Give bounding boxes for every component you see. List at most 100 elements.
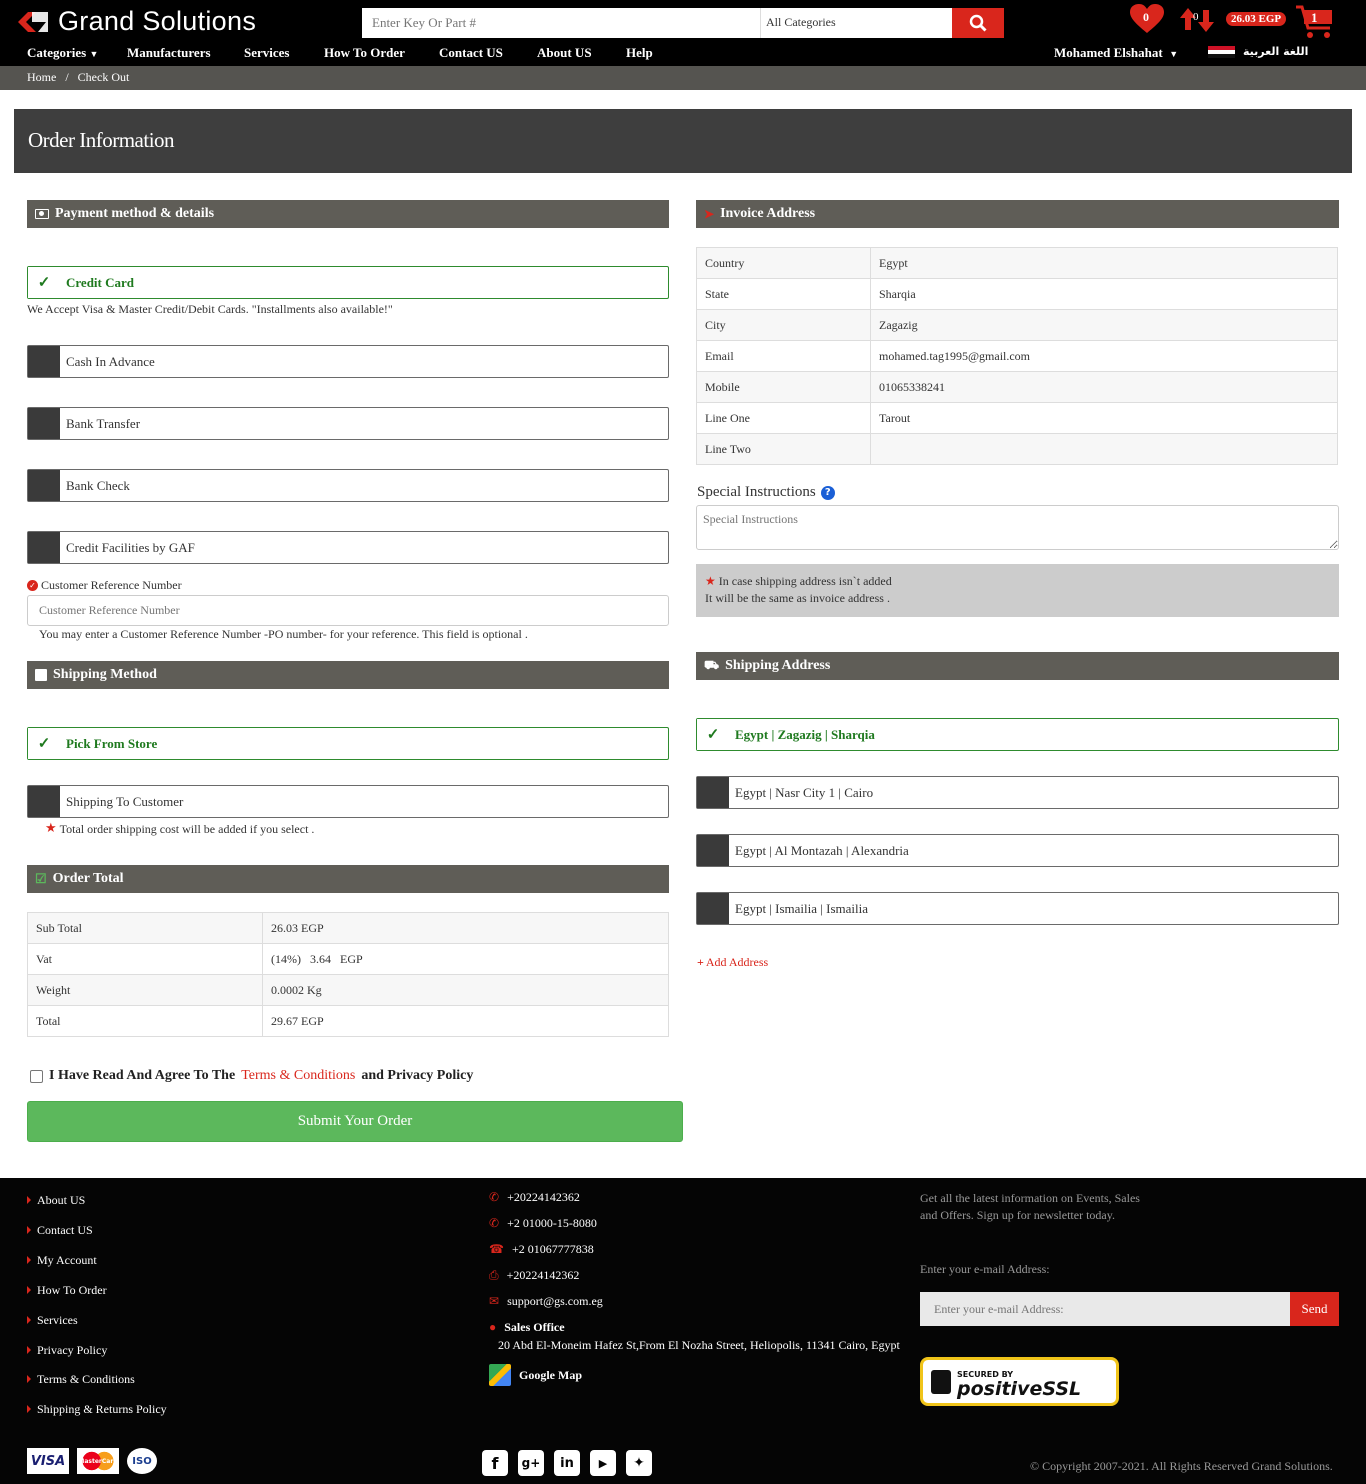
ref-number-label: ✓ Customer Reference Number: [27, 578, 182, 593]
agree-checkbox[interactable]: [30, 1069, 43, 1083]
table-cell: Line Two: [696, 433, 871, 465]
shipping-info-box: ★ In case shipping address isn`t added It…: [696, 564, 1339, 617]
footer-link-privacy[interactable]: Privacy Policy: [27, 1343, 107, 1358]
shipping-address-option[interactable]: Egypt | Ismailia | Ismailia: [696, 892, 1339, 925]
footer-link-services[interactable]: Services: [27, 1313, 78, 1328]
payment-cards: VISA MasterCard ISO: [27, 1448, 157, 1474]
newsletter-text: Get all the latest information on Events…: [920, 1191, 1140, 1222]
footer-whatsapp[interactable]: ☎ +2 01067777838: [489, 1242, 594, 1257]
table-cell: State: [696, 278, 871, 310]
cart-total-badge: 26.03 EGP: [1226, 12, 1287, 26]
truck-icon: ⛟: [704, 658, 720, 672]
shipping-address-option[interactable]: ✓ Egypt | Zagazig | Sharqia: [696, 718, 1339, 751]
radio-box: [697, 835, 729, 866]
add-address-link[interactable]: + Add Address: [697, 955, 768, 970]
shipping-address-option[interactable]: Egypt | Nasr City 1 | Cairo: [696, 776, 1339, 809]
table-cell: 01065338241: [870, 371, 1338, 403]
agree-row: I Have Read And Agree To The Terms & Con…: [30, 1068, 473, 1084]
nav-services[interactable]: Services: [244, 45, 289, 61]
footer-phone[interactable]: ✆ +20224142362: [489, 1190, 580, 1205]
table-row: Country Egypt: [696, 247, 1338, 279]
footer-mobile[interactable]: ✆ +2 01000-15-8080: [489, 1216, 597, 1231]
wishlist-button[interactable]: 0: [1130, 4, 1164, 34]
table-cell: 26.03 EGP: [262, 912, 669, 944]
radio-box: [697, 893, 729, 924]
table-cell: (14%) 3.64 EGP: [262, 943, 669, 975]
google-map-link[interactable]: Google Map: [489, 1364, 582, 1386]
table-cell: Zagazig: [870, 309, 1338, 341]
table-cell: City: [696, 309, 871, 341]
search-button[interactable]: [952, 8, 1004, 38]
footer-link-terms[interactable]: Terms & Conditions: [27, 1372, 135, 1387]
chevron-down-icon: ▼: [1169, 49, 1179, 59]
shipping-option-to-customer[interactable]: Shipping To Customer: [27, 785, 669, 818]
table-cell: [870, 433, 1338, 465]
footer-fax[interactable]: ⎙ +20224142362: [489, 1268, 579, 1283]
linkedin-icon[interactable]: in: [554, 1450, 580, 1476]
shipping-option-pick-from-store[interactable]: ✓ Pick From Store: [27, 727, 669, 760]
footer-link-how-to-order[interactable]: How To Order: [27, 1283, 107, 1298]
footer-link-contact[interactable]: Contact US: [27, 1223, 93, 1238]
newsletter-send-button[interactable]: Send: [1290, 1292, 1339, 1326]
star-icon: ★: [45, 820, 57, 835]
star-icon: ★: [705, 574, 716, 588]
check-square-icon: ☑: [35, 871, 47, 886]
payment-option-bank-transfer[interactable]: Bank Transfer: [27, 407, 669, 440]
nav-help[interactable]: Help: [626, 45, 653, 61]
table-cell: Tarout: [870, 402, 1338, 434]
ref-number-input[interactable]: [27, 595, 669, 626]
cart-button[interactable]: 1: [1294, 4, 1336, 40]
twitter-icon[interactable]: ✦: [626, 1450, 652, 1476]
search-input[interactable]: [362, 8, 760, 38]
breadcrumb-separator: /: [65, 70, 69, 84]
category-select[interactable]: All Categories: [760, 8, 952, 38]
visa-card-icon: VISA: [27, 1448, 69, 1474]
footer-link-shipping-returns[interactable]: Shipping & Returns Policy: [27, 1402, 167, 1417]
shipping-address-header: ⛟ Shipping Address: [696, 652, 1339, 680]
payment-option-credit-card[interactable]: ✓ Credit Card: [27, 266, 669, 299]
youtube-icon[interactable]: ▶: [590, 1450, 616, 1476]
language-switch[interactable]: اللغة العربية: [1208, 45, 1308, 58]
nav-about-us[interactable]: About US: [537, 45, 592, 61]
nav-how-to-order[interactable]: How To Order: [324, 45, 405, 61]
table-row: Email mohamed.tag1995@gmail.com: [696, 340, 1338, 372]
location-arrow-icon: ➤: [704, 206, 715, 221]
invoice-address-table: Country Egypt State Sharqia City Zagazig Em…: [696, 247, 1338, 465]
table-cell: Egypt: [870, 247, 1338, 279]
check-icon: ✓: [697, 719, 729, 750]
breadcrumb-home[interactable]: Home: [27, 70, 56, 84]
compare-button[interactable]: 0: [1178, 6, 1216, 34]
nav-contact-us[interactable]: Contact US: [439, 45, 503, 61]
table-cell: 29.67 EGP: [262, 1005, 669, 1037]
footer-link-account[interactable]: My Account: [27, 1253, 97, 1268]
question-circle-icon[interactable]: ?: [820, 485, 835, 500]
logo[interactable]: Grand Solutions: [18, 6, 256, 37]
footer-office-title: ● Sales Office: [489, 1320, 565, 1334]
newsletter-email-input[interactable]: [920, 1292, 1290, 1326]
shipping-method-header: Shipping Method: [27, 661, 669, 689]
facebook-icon[interactable]: f: [482, 1450, 508, 1476]
breadcrumb-current: Check Out: [77, 70, 130, 84]
payment-option-credit-facilities[interactable]: Credit Facilities by GAF: [27, 531, 669, 564]
payment-option-bank-check[interactable]: Bank Check: [27, 469, 669, 502]
submit-order-button[interactable]: Submit Your Order: [27, 1101, 683, 1142]
payment-option-cash[interactable]: Cash In Advance: [27, 345, 669, 378]
table-cell: Mobile: [696, 371, 871, 403]
table-cell: Weight: [27, 974, 263, 1006]
special-instructions-input[interactable]: [696, 505, 1339, 550]
social-links: f g+ in ▶ ✦: [482, 1450, 652, 1476]
radio-box: [28, 532, 60, 563]
radio-box: [28, 786, 60, 817]
nav-manufacturers[interactable]: Manufacturers: [127, 45, 211, 61]
breadcrumb: Home / Check Out: [0, 66, 1366, 90]
user-menu[interactable]: Mohamed Elshahat ▼: [1054, 45, 1178, 61]
terms-link[interactable]: Terms & Conditions: [241, 1068, 355, 1084]
table-cell: Country: [696, 247, 871, 279]
footer-email[interactable]: ✉ support@gs.com.eg: [489, 1294, 603, 1309]
nav-categories[interactable]: Categories ▼: [27, 45, 98, 61]
google-plus-icon[interactable]: g+: [518, 1450, 544, 1476]
footer-link-about[interactable]: About US: [27, 1193, 85, 1208]
table-row: Vat (14%) 3.64 EGP: [27, 943, 669, 975]
special-instructions-label: Special Instructions ?: [697, 484, 835, 501]
shipping-address-option[interactable]: Egypt | Al Montazah | Alexandria: [696, 834, 1339, 867]
